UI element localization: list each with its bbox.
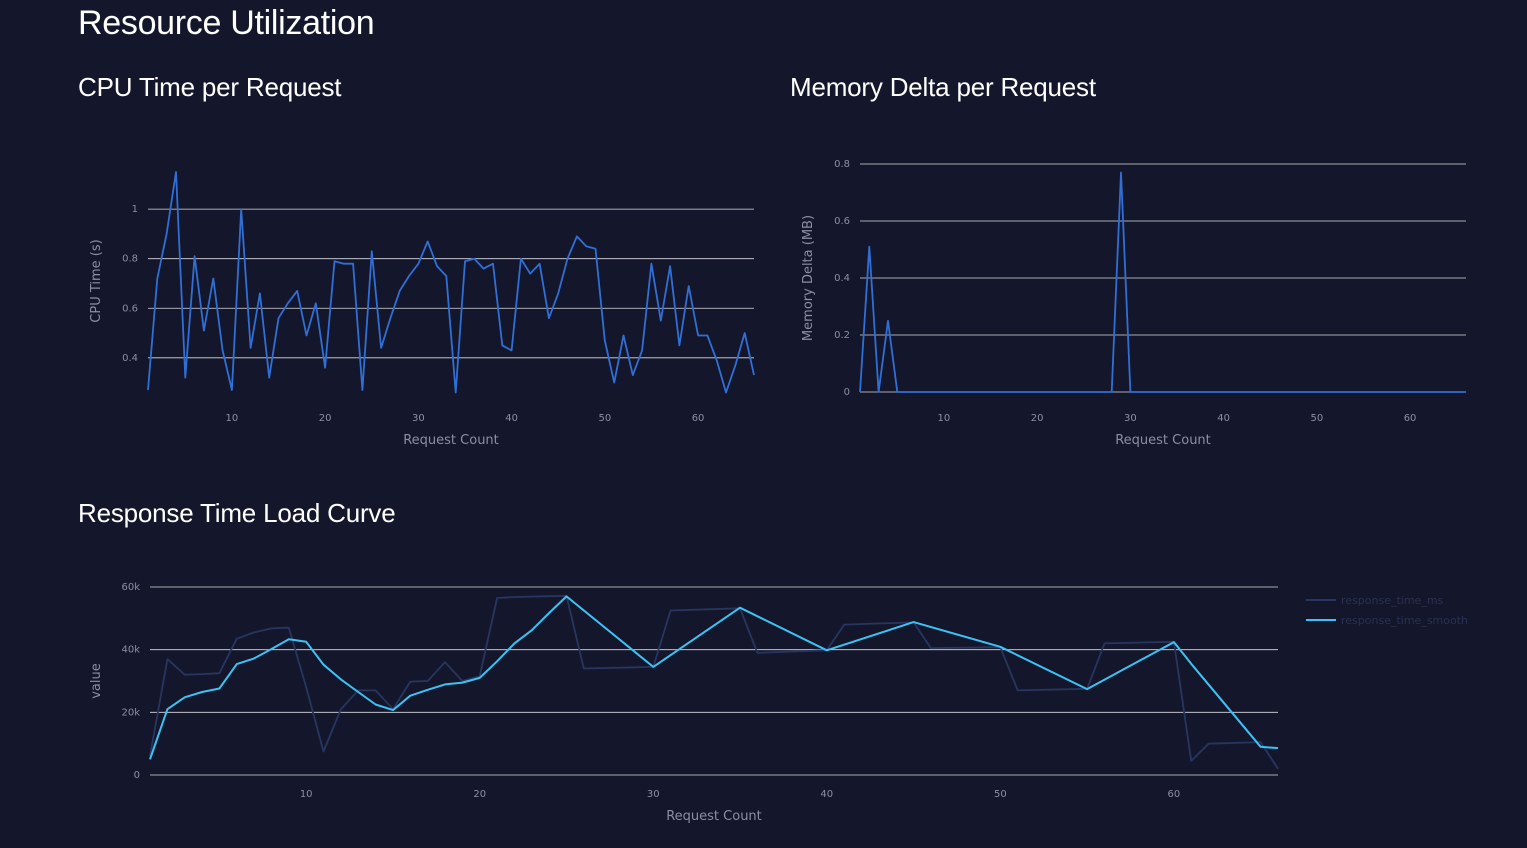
legend-label: response_time_smooth [1341, 614, 1468, 627]
response-y-axis-label: value [89, 663, 104, 699]
response-y-tick-label: 60k [121, 582, 140, 593]
response-series-line-response-time-ms [149, 594, 1279, 770]
response-x-axis-label: Request Count [666, 809, 762, 824]
memory-x-tick-label: 60 [1404, 413, 1417, 424]
response-x-tick-label: 20 [473, 789, 486, 800]
memory-y-tick-label: 0 [844, 387, 850, 398]
response-x-tick-label: 50 [994, 789, 1007, 800]
cpu-y-tick-label: 0.8 [122, 254, 138, 265]
memory-series-line [859, 171, 1466, 393]
cpu-y-tick-label: 0.6 [122, 303, 138, 314]
cpu-x-tick-label: 10 [226, 413, 239, 424]
memory-x-tick-label: 50 [1310, 413, 1323, 424]
memory-y-tick-label: 0.4 [834, 273, 850, 284]
charts-canvas: 0.4 0.6 0.8 1 10 20 30 40 50 60 Request Count CPU T… [89, 159, 1468, 824]
memory-y-tick-label: 0.2 [834, 330, 850, 341]
cpu-y-tick-label: 0.4 [122, 353, 138, 364]
cpu-y-axis-label: CPU Time (s) [89, 239, 104, 322]
cpu-y-tick-label: 1 [132, 204, 138, 215]
memory-x-tick-label: 20 [1031, 413, 1044, 424]
response-x-tick-label: 30 [647, 789, 660, 800]
response-x-tick-label: 10 [300, 789, 313, 800]
memory-x-tick-label: 10 [938, 413, 951, 424]
response-y-tick-label: 20k [121, 707, 140, 718]
response-x-tick-label: 60 [1168, 789, 1181, 800]
response-y-tick-label: 0 [134, 770, 140, 781]
cpu-series-line [147, 171, 755, 394]
memory-x-tick-label: 40 [1217, 413, 1230, 424]
cpu-x-tick-label: 30 [412, 413, 425, 424]
cpu-x-tick-label: 60 [692, 413, 705, 424]
memory-y-tick-label: 0.8 [834, 159, 850, 170]
response-x-tick-label: 40 [820, 789, 833, 800]
response-y-tick-label: 40k [121, 645, 140, 656]
cpu-x-tick-label: 20 [319, 413, 332, 424]
cpu-x-tick-label: 50 [598, 413, 611, 424]
memory-y-axis-label: Memory Delta (MB) [801, 215, 816, 341]
cpu-x-tick-label: 40 [505, 413, 518, 424]
cpu-x-axis-label: Request Count [403, 433, 499, 448]
memory-y-tick-label: 0.6 [834, 216, 850, 227]
memory-x-tick-label: 30 [1124, 413, 1137, 424]
memory-x-axis-label: Request Count [1115, 433, 1211, 448]
legend-label: response_time_ms [1341, 594, 1444, 607]
